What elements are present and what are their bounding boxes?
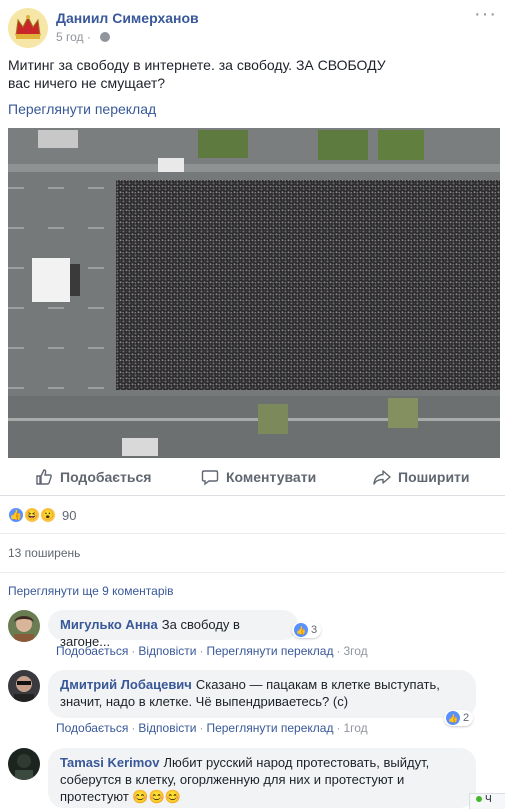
avatar-photo <box>8 610 40 642</box>
like-reaction-icon: 👍 <box>8 507 24 523</box>
share-icon <box>373 470 391 485</box>
commenter-name[interactable]: Мигулько Анна <box>60 617 158 632</box>
comment-reactions[interactable]: 👍 3 <box>292 622 322 638</box>
reaction-count: 90 <box>62 507 77 523</box>
thumbs-up-icon <box>36 469 52 485</box>
comment-like-count: 2 <box>463 712 470 724</box>
comment-like-count: 3 <box>311 624 318 636</box>
commenter-avatar[interactable] <box>8 748 40 780</box>
comment-bubble: Дмитрий Лобацевич Сказано — пацакам в кле… <box>48 670 476 718</box>
commenter-name[interactable]: Tamasi Kerimov <box>60 755 159 770</box>
meta-separator: · <box>86 30 91 44</box>
comment-translate-link[interactable]: Переглянути переклад <box>206 644 333 658</box>
comment-reply-link[interactable]: Відповісти <box>138 721 196 735</box>
share-button[interactable]: Поширити <box>372 467 470 487</box>
post-actions: Подобається Коментувати Поширити <box>0 458 505 496</box>
comment-actions: Подобається · Відповісти · Переглянути перек… <box>56 644 368 658</box>
more-options-button[interactable]: ··· <box>474 4 497 24</box>
avatar-photo <box>8 748 40 780</box>
wow-reaction-icon: 😮 <box>40 507 56 523</box>
crown-icon <box>8 8 48 48</box>
comment-bubble: Tamasi Kerimov Любит русский народ протес… <box>48 748 476 808</box>
comment-time[interactable]: 3год <box>343 644 367 658</box>
like-label: Подобається <box>60 469 152 485</box>
shares-count[interactable]: 13 поширень <box>8 546 80 560</box>
comment-text-line-2: значит, надо в клетке. Чё выпендриваетес… <box>60 694 349 709</box>
comment-item: Tamasi Kerimov Любит русский народ протес… <box>8 748 497 809</box>
comment-button[interactable]: Коментувати <box>200 467 316 487</box>
chat-label: Ч <box>485 794 492 805</box>
comment-text-line-3: протестуют <box>60 789 129 804</box>
commenter-avatar[interactable] <box>8 610 40 642</box>
comment-reactions[interactable]: 👍 2 <box>444 710 474 726</box>
see-translation-link[interactable]: Переглянути переклад <box>8 101 156 117</box>
divider <box>0 533 505 534</box>
smile-emoji: 😊😊😊 <box>132 789 181 804</box>
post-photo[interactable] <box>8 128 500 458</box>
comment-item: Мигулько Анна За свободу в загоне... 👍 3 … <box>8 610 497 660</box>
ellipsis-icon: ··· <box>474 3 497 25</box>
post-text-line-1: Митинг за свободу в интернете. за свобод… <box>8 57 386 73</box>
comment-text-line-1: Сказано — пацакам в клетке выступать, <box>195 677 440 692</box>
share-label: Поширити <box>398 469 470 485</box>
post-text-line-2: вас ничего не смущает? <box>8 75 166 91</box>
reactions-summary[interactable]: 👍 😆 😮 90 <box>8 507 76 523</box>
comment-icon <box>201 470 219 486</box>
comment-translate-link[interactable]: Переглянути переклад <box>206 721 333 735</box>
comment-like-link[interactable]: Подобається <box>56 721 128 735</box>
online-dot-icon <box>476 796 482 802</box>
globe-icon <box>100 32 111 42</box>
like-reaction-icon: 👍 <box>446 711 460 725</box>
commenter-avatar[interactable] <box>8 670 40 702</box>
view-more-comments-link[interactable]: Переглянути ще 9 коментарів <box>8 584 174 598</box>
comment-label: Коментувати <box>226 469 317 485</box>
comment-text-line-1: Любит русский народ протестовать, выйдут… <box>163 755 430 770</box>
comment-actions: Подобається · Відповісти · Переглянути перек… <box>56 721 368 735</box>
comment-like-link[interactable]: Подобається <box>56 644 128 658</box>
post-meta: 5 год · <box>56 30 111 44</box>
post-header: Даниил Симерханов 5 год · ··· <box>8 4 497 48</box>
author-name[interactable]: Даниил Симерханов <box>56 10 199 26</box>
like-reaction-icon: 👍 <box>294 623 308 637</box>
avatar-photo <box>8 670 40 702</box>
comment-time[interactable]: 1год <box>343 721 367 735</box>
divider <box>0 572 505 573</box>
aerial-crowd-photo <box>8 128 500 458</box>
like-button[interactable]: Подобається <box>34 467 151 487</box>
chat-tab[interactable]: Ч <box>469 793 505 809</box>
post-time[interactable]: 5 год <box>56 30 84 44</box>
commenter-name[interactable]: Дмитрий Лобацевич <box>60 677 192 692</box>
comment-item: Дмитрий Лобацевич Сказано — пацакам в кле… <box>8 670 497 736</box>
post-text: Митинг за свободу в интернете. за свобод… <box>8 56 488 92</box>
author-avatar[interactable] <box>8 8 48 48</box>
haha-reaction-icon: 😆 <box>24 507 40 523</box>
comment-reply-link[interactable]: Відповісти <box>138 644 196 658</box>
comment-text-line-2: соберутся в клетку, огорлженную для них … <box>60 772 405 787</box>
comment-bubble: Мигулько Анна За свободу в загоне... <box>48 610 298 649</box>
